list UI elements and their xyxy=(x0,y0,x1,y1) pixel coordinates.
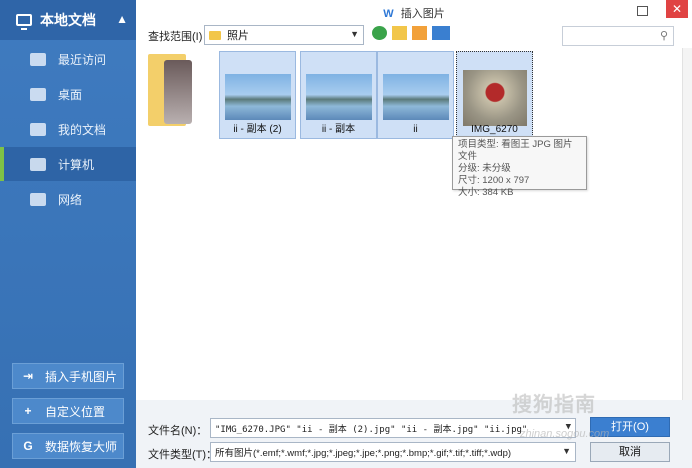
dialog-title-text: 插入图片 xyxy=(400,8,445,20)
folder-icon xyxy=(30,122,46,136)
insert-phone-image-label: 插入手机图片 xyxy=(45,369,118,384)
tooltip-rating: 分级: 未分级 xyxy=(458,163,511,174)
filetype-value: 所有图片(*.emf;*.wmf;*.jpg;*.jpeg;*.jpe;*.pn… xyxy=(215,448,512,459)
folder-thumbnail[interactable] xyxy=(148,54,200,128)
image-thumbnail xyxy=(383,74,449,120)
plus-icon: + xyxy=(24,404,32,418)
title-bar: W 插入图片 ✕ xyxy=(136,0,692,22)
custom-location-button[interactable]: + 自定义位置 xyxy=(12,398,124,424)
scrollbar[interactable] xyxy=(682,48,692,400)
insert-phone-image-button[interactable]: ⇥ 插入手机图片 xyxy=(12,363,124,389)
sidebar-item-label: 最近访问 xyxy=(58,52,107,67)
file-name: ii xyxy=(413,124,418,135)
filetype-select[interactable]: 所有图片(*.emf;*.wmf;*.jpg;*.jpeg;*.jpe;*.pn… xyxy=(210,442,576,462)
look-in-value: 照片 xyxy=(227,30,249,42)
tooltip-size: 大小: 384 KB xyxy=(458,187,514,198)
sidebar-item-computer[interactable]: 计算机 xyxy=(0,147,136,181)
sidebar-item-network[interactable]: 网络 xyxy=(0,182,136,216)
watermark: 搜狗指南 xyxy=(512,394,596,416)
image-thumbnail xyxy=(225,74,291,120)
image-thumbnail xyxy=(463,70,527,126)
image-thumbnail xyxy=(306,74,372,120)
data-recovery-label: 数据恢复大师 xyxy=(45,439,118,454)
sidebar-item-label: 我的文档 xyxy=(58,122,107,137)
folder-icon xyxy=(209,30,221,40)
chevron-up-icon[interactable]: ▲ xyxy=(116,12,128,26)
file-list: ii - 副本 (2) ii - 副本 ii IMG_6270 xyxy=(136,48,682,400)
phone-import-icon: ⇥ xyxy=(22,369,34,383)
view-menu-icon[interactable] xyxy=(432,26,450,40)
up-folder-icon[interactable] xyxy=(392,26,407,40)
toolbar: 查找范围(I)： 照片 ▼ ⚲ xyxy=(136,22,692,48)
maximize-button[interactable] xyxy=(634,3,650,19)
custom-location-label: 自定义位置 xyxy=(45,404,106,419)
sidebar-item-documents[interactable]: 我的文档 xyxy=(0,112,136,146)
new-folder-icon[interactable] xyxy=(412,26,427,40)
network-icon xyxy=(30,192,46,206)
sidebar-item-label: 桌面 xyxy=(58,87,83,102)
wps-logo-icon: W xyxy=(383,8,394,20)
sidebar-item-label: 计算机 xyxy=(58,157,95,172)
tooltip-dimensions: 尺寸: 1200 x 797 xyxy=(458,175,530,186)
file-item[interactable]: ii - 副本 (2) xyxy=(219,51,296,139)
file-name: ii - 副本 (2) xyxy=(233,124,282,135)
sidebar-header-label: 本地文档 xyxy=(40,12,96,28)
cancel-button[interactable]: 取消 xyxy=(590,442,670,462)
file-info-tooltip: 项目类型: 看图王 JPG 图片文件 分级: 未分级 尺寸: 1200 x 79… xyxy=(452,136,587,198)
recovery-icon: G xyxy=(23,439,33,453)
computer-icon xyxy=(16,14,32,30)
search-input[interactable]: ⚲ xyxy=(562,26,674,46)
sidebar-header[interactable]: 本地文档 ▲ xyxy=(0,0,136,40)
file-name: IMG_6270 xyxy=(471,124,518,135)
filename-value: "IMG_6270.JPG" "ii - 副本 (2).jpg" "ii - 副… xyxy=(215,424,528,435)
file-item[interactable]: ii xyxy=(377,51,454,139)
monitor-icon xyxy=(30,157,46,171)
sidebar-item-recent[interactable]: 最近访问 xyxy=(0,42,136,76)
dialog-title: W 插入图片 xyxy=(136,5,692,21)
back-icon[interactable] xyxy=(372,26,387,40)
tooltip-type: 项目类型: 看图王 JPG 图片文件 xyxy=(458,139,573,162)
sidebar-item-label: 网络 xyxy=(58,192,83,207)
filename-label: 文件名(N)： xyxy=(148,425,208,437)
file-item[interactable]: IMG_6270 xyxy=(456,51,533,139)
filetype-label: 文件类型(T)： xyxy=(148,449,218,461)
file-item[interactable]: ii - 副本 xyxy=(300,51,377,139)
desktop-icon xyxy=(30,87,46,101)
close-button[interactable]: ✕ xyxy=(666,0,688,18)
recent-icon xyxy=(30,52,46,66)
sidebar: 本地文档 ▲ 最近访问 桌面 我的文档 计算机 网络 ⇥ 插入手机图片 + 自定… xyxy=(0,0,136,468)
watermark-url: zhinan.sogou.com xyxy=(520,428,610,440)
search-icon: ⚲ xyxy=(659,30,668,42)
chevron-down-icon: ▼ xyxy=(350,29,359,39)
data-recovery-button[interactable]: G 数据恢复大师 xyxy=(12,433,124,459)
blurred-image xyxy=(164,60,192,124)
sidebar-item-desktop[interactable]: 桌面 xyxy=(0,77,136,111)
chevron-down-icon: ▼ xyxy=(562,446,571,456)
file-name: ii - 副本 xyxy=(321,124,356,135)
look-in-combo[interactable]: 照片 ▼ xyxy=(204,25,364,45)
